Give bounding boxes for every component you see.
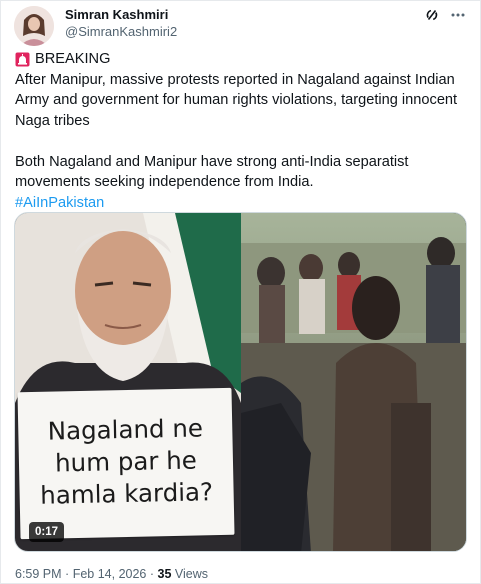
tweet-paragraph-2: Both Nagaland and Manipur have strong an… (15, 153, 409, 191)
views-count: 35 (157, 567, 172, 581)
tweet-card: Simran Kashmiri @SimranKashmiri2 BREAKIN… (0, 0, 481, 584)
tweet-header-actions (424, 7, 466, 23)
siren-icon (15, 52, 30, 67)
sign-line-3: hamla kardia? (39, 477, 214, 510)
tweet-meta: 6:59 PM · Feb 14, 2026 · 35 Views (15, 566, 208, 582)
meta-separator-2: · (149, 567, 155, 581)
video-duration-badge: 0:17 (29, 522, 65, 542)
tweet-body: BREAKING After Manipur, massive protests… (15, 49, 470, 213)
sign-line-2: hum par he (54, 445, 198, 478)
author-handle[interactable]: @SimranKashmiri2 (65, 23, 177, 41)
views-label: Views (174, 567, 209, 581)
grok-icon[interactable] (424, 7, 440, 23)
video-frame-left: Nagaland ne hum par he hamla kardia? (15, 213, 241, 551)
protest-crowd-image (241, 213, 466, 551)
avatar-image (14, 6, 54, 46)
breaking-line: BREAKING (15, 49, 470, 70)
sign-line-1: Nagaland ne (47, 413, 204, 446)
video-player[interactable]: Nagaland ne hum par he hamla kardia? 0:1… (14, 212, 467, 552)
protest-sign: Nagaland ne hum par he hamla kardia? (17, 387, 235, 540)
author-avatar[interactable] (14, 6, 54, 46)
author-info: Simran Kashmiri @SimranKashmiri2 (65, 7, 177, 41)
more-options-icon[interactable] (450, 7, 466, 23)
breaking-label: BREAKING (35, 51, 111, 67)
meta-separator: · (65, 567, 70, 581)
author-display-name[interactable]: Simran Kashmiri (65, 7, 177, 23)
tweet-time[interactable]: 6:59 PM (15, 567, 62, 581)
tweet-paragraph-1: After Manipur, massive protests reported… (15, 71, 458, 129)
video-frame-right (241, 213, 466, 551)
tweet-date[interactable]: Feb 14, 2026 (73, 567, 147, 581)
hashtag-link[interactable]: #AiInPakistan (15, 195, 104, 211)
